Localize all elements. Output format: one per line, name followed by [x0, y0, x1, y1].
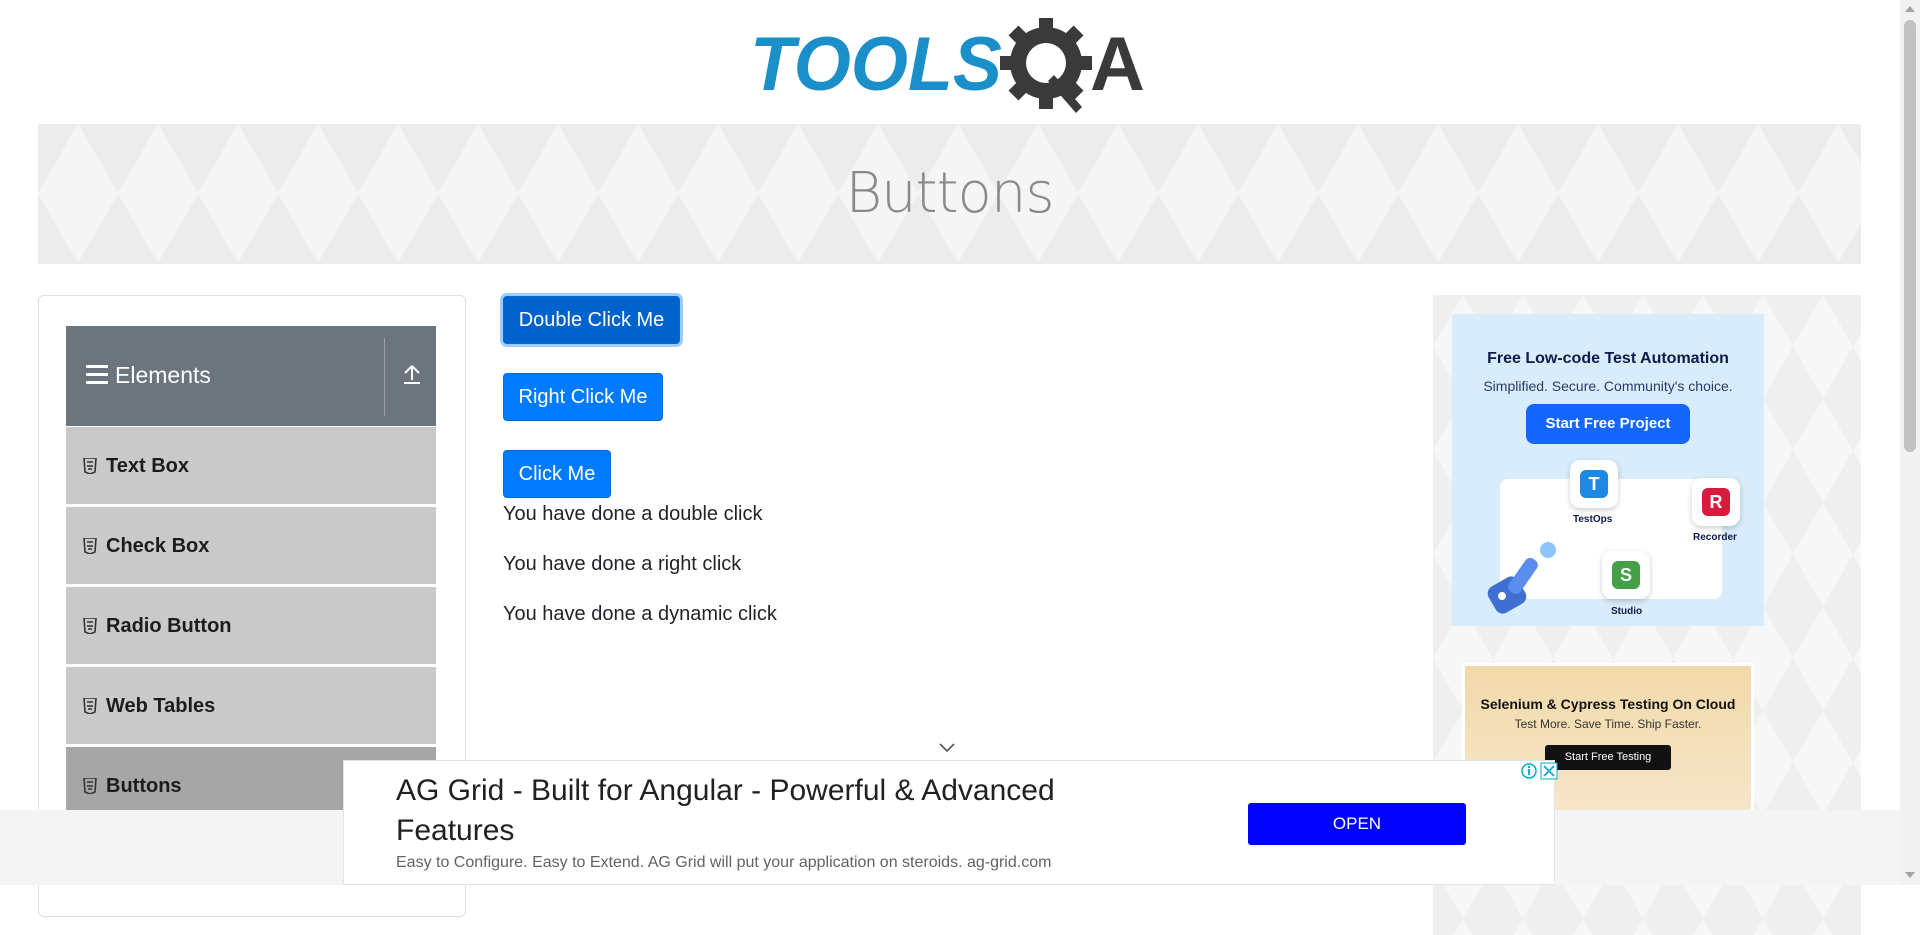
html5-icon — [83, 538, 97, 554]
sidebar-item-label: Check Box — [106, 535, 210, 557]
toolsqa-logo[interactable]: TOOLS A — [750, 18, 1154, 114]
scroll-down-icon[interactable] — [1905, 872, 1915, 878]
html5-icon — [83, 778, 97, 794]
recorder-label: Recorder — [1693, 532, 1737, 543]
bottom-ad-banner[interactable]: AG Grid - Built for Angular - Powerful &… — [343, 760, 1558, 885]
page-title: Buttons — [845, 161, 1054, 226]
ad-headline: Free Low-code Test Automation — [1487, 350, 1729, 367]
gear-icon — [1000, 18, 1092, 113]
ad-description: Easy to Configure. Easy to Extend. AG Gr… — [396, 854, 1052, 871]
ad-subline: Simplified. Secure. Community's choice. — [1483, 378, 1733, 394]
right-click-message: You have done a right click — [503, 553, 742, 575]
scroll-up-icon[interactable] — [1905, 6, 1915, 12]
collapse-up-icon[interactable] — [400, 362, 424, 386]
studio-label: Studio — [1611, 606, 1643, 617]
double-click-message: You have done a double click — [503, 503, 763, 525]
logo-text-tools: TOOLS — [750, 22, 1002, 107]
dynamic-click-message: You have done a dynamic click — [503, 603, 777, 625]
sidebar-item-web-tables[interactable]: Web Tables — [66, 666, 436, 744]
menu-icon — [86, 365, 108, 389]
ad-subline: Test More. Save Time. Ship Faster. — [1514, 717, 1702, 731]
recorder-tile: R — [1692, 478, 1740, 526]
ad-headline: Selenium & Cypress Testing On Cloud — [1480, 696, 1736, 712]
testops-tile: T — [1570, 460, 1618, 508]
ad-title: AG Grid - Built for Angular - Powerful &… — [396, 774, 1055, 847]
sidebar-item-label: Text Box — [106, 455, 189, 477]
testops-label: TestOps — [1573, 514, 1613, 525]
sidebar-group-title: Elements — [115, 362, 211, 388]
page-banner: Buttons — [38, 124, 1861, 264]
chevron-down-icon[interactable] — [938, 740, 956, 754]
start-free-testing-button[interactable]: Start Free Testing — [1545, 745, 1671, 770]
page-scrollbar[interactable] — [1900, 0, 1920, 885]
html5-icon — [83, 698, 97, 714]
robot-illustration — [1487, 542, 1556, 614]
right-click-button[interactable]: Right Click Me — [503, 373, 663, 421]
html5-icon — [83, 618, 97, 634]
double-click-button[interactable]: Double Click Me — [503, 296, 680, 344]
sidebar-item-check-box[interactable]: Check Box — [66, 506, 436, 584]
scrollbar-thumb[interactable] — [1904, 20, 1916, 452]
studio-tile: S — [1602, 551, 1650, 599]
click-me-button[interactable]: Click Me — [503, 450, 611, 498]
katalon-ad[interactable]: Free Low-code Test Automation Simplified… — [1452, 314, 1764, 626]
sidebar-item-label: Radio Button — [106, 615, 232, 637]
sidebar-item-label: Buttons — [106, 775, 182, 797]
start-free-project-button[interactable]: Start Free Project — [1526, 404, 1690, 444]
sidebar-item-text-box[interactable]: Text Box — [66, 426, 436, 504]
sidebar-item-label: Web Tables — [106, 695, 216, 717]
sidebar-group-elements[interactable]: Elements — [66, 326, 436, 426]
html5-icon — [83, 458, 97, 474]
logo-text-a: A — [1090, 22, 1145, 107]
open-button[interactable]: OPEN — [1248, 803, 1466, 845]
ad-choices-close-icon[interactable] — [1520, 761, 1560, 781]
header-divider — [384, 338, 385, 416]
sidebar-item-radio-button[interactable]: Radio Button — [66, 586, 436, 664]
